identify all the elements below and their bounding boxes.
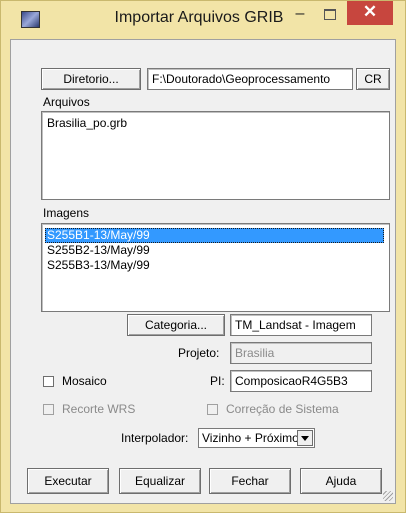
dialog-window: Importar Arquivos GRIB – ✕ Diretorio... … [0, 0, 406, 513]
diretorio-button[interactable]: Diretorio... [41, 68, 141, 90]
categoria-button[interactable]: Categoria... [127, 314, 225, 336]
list-item-selected[interactable]: S255B1-13/May/99 [45, 228, 384, 243]
correcao-sistema-checkbox [207, 404, 218, 415]
pi-field[interactable]: ComposicaoR4G5B3 [230, 370, 372, 392]
projeto-label: Projeto: [178, 346, 220, 360]
title-bar[interactable]: Importar Arquivos GRIB – ✕ [1, 1, 405, 39]
directory-path-field[interactable]: F:\Doutorado\Geoprocessamento [147, 68, 353, 90]
arquivos-list[interactable]: Brasilia_po.grb [41, 111, 390, 200]
pi-label: PI: [210, 374, 225, 388]
minimize-button[interactable]: – [287, 3, 313, 25]
maximize-button[interactable] [317, 3, 343, 25]
list-item[interactable]: Brasilia_po.grb [45, 116, 127, 131]
ajuda-button[interactable]: Ajuda [300, 468, 382, 494]
fechar-button[interactable]: Fechar [209, 468, 291, 494]
executar-button[interactable]: Executar [27, 468, 109, 494]
imagens-list[interactable]: S255B1-13/May/99 S255B2-13/May/99 S255B3… [41, 223, 390, 312]
interpolador-label: Interpolador: [121, 431, 189, 445]
interpolador-value: Vizinho + Próximo [202, 431, 299, 445]
arquivos-label: Arquivos [43, 95, 90, 109]
mosaico-label: Mosaico [62, 374, 107, 388]
mosaico-checkbox[interactable] [43, 376, 54, 387]
maximize-icon [324, 9, 336, 20]
interpolador-select[interactable]: Vizinho + Próximo [198, 428, 315, 448]
recorte-wrs-checkbox [43, 404, 54, 415]
window-title: Importar Arquivos GRIB [1, 9, 405, 27]
list-item[interactable]: S255B3-13/May/99 [45, 258, 150, 273]
dialog-client-area: Diretorio... F:\Doutorado\Geoprocessamen… [10, 39, 396, 504]
close-button[interactable]: ✕ [347, 1, 393, 25]
window-title-text: Importar Arquivos GRIB [114, 9, 284, 26]
list-item[interactable]: S255B2-13/May/99 [45, 243, 150, 258]
categoria-field[interactable]: TM_Landsat - Imagem [230, 314, 372, 336]
resize-grip-icon[interactable] [383, 491, 393, 501]
correcao-sistema-label: Correção de Sistema [226, 402, 339, 416]
equalizar-button[interactable]: Equalizar [119, 468, 201, 494]
recorte-wrs-label: Recorte WRS [62, 402, 136, 416]
projeto-field: Brasilia [230, 342, 372, 364]
chevron-down-icon[interactable] [297, 430, 313, 446]
cr-button[interactable]: CR [356, 68, 390, 90]
imagens-label: Imagens [43, 206, 90, 220]
